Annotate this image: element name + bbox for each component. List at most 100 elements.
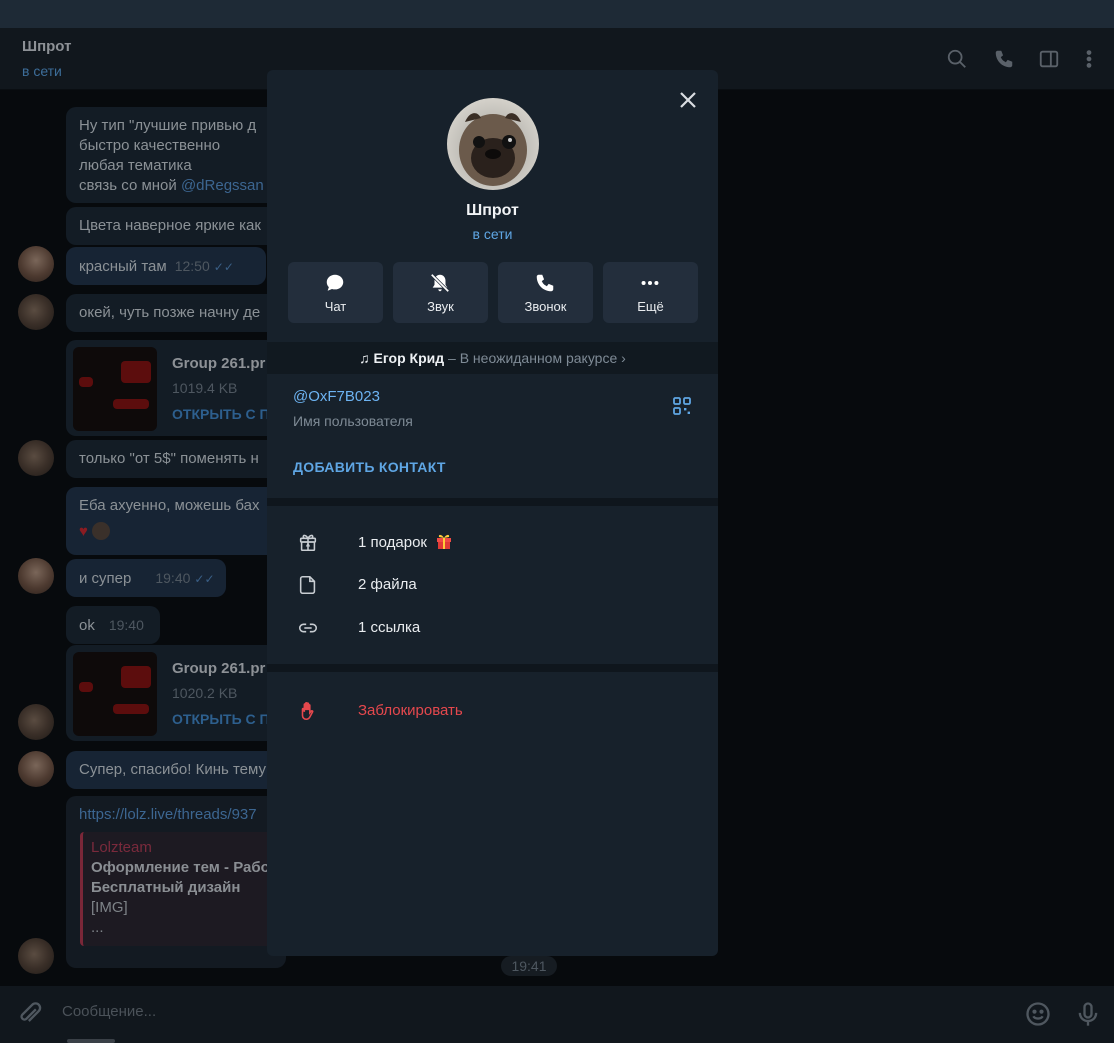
music-track: В неожиданном ракурсе: [459, 350, 618, 366]
mute-button-label: Звук: [427, 299, 454, 314]
message-composer: Сообщение...: [0, 986, 1114, 1043]
phone-icon[interactable]: [993, 48, 1015, 70]
call-button[interactable]: Звонок: [498, 262, 593, 323]
close-icon[interactable]: [678, 90, 698, 110]
message-bubble[interactable]: и супер 19:40 ✓✓: [66, 559, 226, 597]
message-text: Супер, спасибо! Кинь тему: [79, 761, 266, 778]
profile-actions: Чат Звук Звонок Ещё: [288, 262, 698, 323]
open-file-link[interactable]: ОТКРЫТЬ С П: [172, 404, 270, 424]
links-label: 1 ссылка: [358, 619, 421, 636]
music-separator: –: [444, 350, 460, 366]
gift-emoji-icon: [435, 533, 453, 549]
message-bubble[interactable]: окей, чуть позже начну де: [66, 294, 286, 332]
message-bubble[interactable]: красный там 12:50 ✓✓: [66, 247, 266, 285]
avatar[interactable]: [18, 751, 54, 787]
chat-button[interactable]: Чат: [288, 262, 383, 323]
user-profile-modal: Шпрот в сети Чат Звук Звонок Ещё ♫ Егор …: [267, 70, 718, 956]
attach-icon[interactable]: [16, 1000, 44, 1028]
message-bubble[interactable]: Ну тип "лучшие привью д быстро качествен…: [66, 107, 286, 203]
message-time: 19:40: [155, 570, 191, 586]
section-divider: [267, 664, 718, 672]
message-time: 12:50: [174, 258, 210, 274]
mute-bell-icon: [429, 272, 451, 294]
avatar[interactable]: [18, 558, 54, 594]
files-label: 2 файла: [358, 576, 417, 593]
reactions[interactable]: ♥: [79, 522, 273, 542]
file-name: Group 261.pr: [172, 355, 266, 372]
more-vertical-icon[interactable]: [1078, 48, 1100, 70]
files-row[interactable]: 2 файла: [267, 565, 718, 605]
phone-icon: [534, 272, 556, 294]
message-text: и супер: [79, 570, 132, 587]
gifts-row[interactable]: 1 подарок: [267, 522, 718, 562]
avatar[interactable]: [18, 938, 54, 974]
heart-icon[interactable]: ♥: [79, 523, 88, 540]
message-bubble[interactable]: только "от 5$" поменять н: [66, 440, 286, 478]
more-icon: [639, 272, 661, 294]
chevron-right-icon: ›: [621, 350, 626, 366]
links-row[interactable]: 1 ссылка: [267, 608, 718, 648]
read-checks-icon: ✓✓: [194, 572, 215, 586]
message-bubble[interactable]: ok 19:40: [66, 606, 160, 644]
message-text: красный там: [79, 258, 167, 275]
add-contact-button[interactable]: ДОБАВИТЬ КОНТАКТ: [293, 459, 446, 475]
file-thumbnail[interactable]: [73, 652, 157, 736]
url-link[interactable]: https://lolz.live/threads/937: [79, 806, 257, 823]
message-text: только "от 5$" поменять н: [79, 450, 259, 467]
file-message[interactable]: Group 261.pr 1020.2 KB ОТКРЫТЬ С П: [66, 645, 286, 741]
sidebar-toggle-icon[interactable]: [1038, 48, 1060, 70]
file-name: Group 261.pr: [172, 660, 266, 677]
open-file-link[interactable]: ОТКРЫТЬ С П: [172, 709, 270, 729]
message-bubble[interactable]: Супер, спасибо! Кинь тему: [66, 751, 286, 789]
message-text: Ну тип "лучшие привью д: [79, 117, 257, 134]
file-message[interactable]: Group 261.pr 1019.4 KB ОТКРЫТЬ С П: [66, 340, 286, 436]
message-text: связь со мной: [79, 177, 181, 194]
message-bubble[interactable]: Цвета наверное яркие как: [66, 207, 286, 245]
message-input[interactable]: Сообщение...: [62, 1003, 156, 1020]
file-size: 1019.4 KB: [172, 380, 238, 396]
more-button-label: Ещё: [637, 299, 664, 314]
emoji-icon[interactable]: [1024, 1000, 1052, 1028]
message-text: окей, чуть позже начну де: [79, 304, 261, 321]
avatar[interactable]: [18, 440, 54, 476]
profile-music[interactable]: ♫ Егор Крид – В неожиданном ракурсе ›: [267, 342, 718, 374]
read-checks-icon: ✓✓: [213, 260, 234, 274]
gift-icon: [297, 531, 319, 553]
mute-button[interactable]: Звук: [393, 262, 488, 323]
chat-button-label: Чат: [324, 299, 347, 314]
hand-stop-icon: [297, 700, 319, 722]
profile-status: в сети: [472, 226, 513, 242]
preview-text: [IMG]: [91, 899, 128, 916]
chat-status: в сети: [22, 63, 62, 79]
music-artist: Егор Крид: [373, 350, 445, 366]
message-bubble[interactable]: Еба ахуенно, можешь бах ♥: [66, 487, 286, 555]
block-label: Заблокировать: [358, 702, 463, 719]
preview-title: Оформление тем - Рабо: [91, 859, 270, 876]
profile-avatar[interactable]: [447, 98, 539, 190]
chat-title[interactable]: Шпрот: [22, 38, 71, 55]
search-icon[interactable]: [946, 48, 968, 70]
file-size: 1020.2 KB: [172, 685, 238, 701]
message-time: 19:40: [108, 617, 144, 633]
avatar[interactable]: [18, 704, 54, 740]
message-text: ok: [79, 617, 95, 634]
profile-name: Шпрот: [466, 202, 519, 219]
block-user-button[interactable]: Заблокировать: [267, 691, 718, 731]
file-icon: [297, 574, 319, 596]
message-text: быстро качественно: [79, 137, 221, 154]
file-thumbnail[interactable]: [73, 347, 157, 431]
avatar[interactable]: [18, 246, 54, 282]
avatar[interactable]: [18, 294, 54, 330]
preview-subtitle: Бесплатный дизайн: [91, 879, 241, 896]
message-text: Цвета наверное яркие как: [79, 217, 261, 234]
microphone-icon[interactable]: [1074, 1000, 1102, 1028]
music-note-icon: ♫: [359, 350, 370, 366]
chat-icon: [324, 272, 346, 294]
mention-link[interactable]: @dRegssan: [181, 177, 264, 194]
call-button-label: Звонок: [524, 299, 567, 314]
window-top-strip: [0, 0, 1114, 28]
qr-code-icon[interactable]: [672, 396, 692, 416]
username[interactable]: @OxF7B023: [293, 388, 380, 405]
more-button[interactable]: Ещё: [603, 262, 698, 323]
link-icon: [297, 617, 319, 639]
